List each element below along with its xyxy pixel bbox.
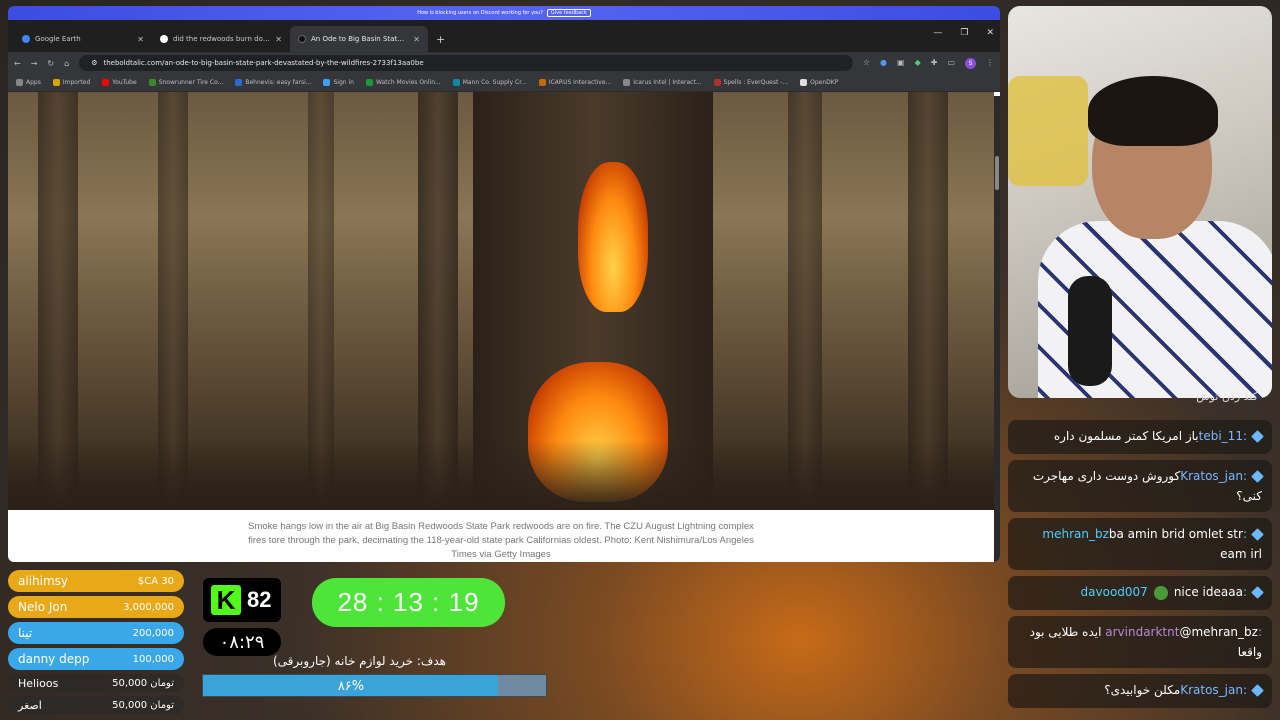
chat-panel: کند ردن توش :tebi_11باز امریکا کمتر مسلم… — [1008, 392, 1272, 720]
donor-row: danny depp 100,000 — [8, 648, 184, 670]
chat-message: :Kratos_janمکلن خوابیدی؟ — [1008, 674, 1272, 708]
photo-caption: Smoke hangs low in the air at Big Basin … — [248, 521, 754, 560]
chat-message: :tebi_11باز امریکا کمتر مسلمون داره — [1008, 420, 1272, 454]
close-icon[interactable]: ✕ — [413, 35, 420, 44]
tab-article[interactable]: An Ode to Big Basin State Park ✕ — [290, 26, 428, 52]
goal-label: هدف: خرید لوازم خانه (جاروبرقی) — [272, 654, 447, 668]
bookmark-mannco[interactable]: Mann Co. Supply Cr... — [452, 79, 527, 86]
tab-title: An Ode to Big Basin State Park — [311, 35, 409, 43]
donor-row: Helioos 50,000 تومان — [8, 674, 184, 692]
diamond-badge-icon — [1251, 684, 1264, 697]
scrollbar-thumb[interactable] — [995, 156, 999, 190]
maximize-icon[interactable]: ❐ — [960, 28, 968, 38]
bookmark-apps[interactable]: Apps — [16, 79, 41, 86]
diamond-badge-icon — [1251, 528, 1264, 541]
bookmark-snowrunner[interactable]: Snowrunner Tire Co... — [148, 79, 223, 86]
browser-window: How is blocking users on Discord working… — [8, 6, 1000, 562]
chat-message-cut: کند ردن توش — [1196, 392, 1258, 403]
chat-message: :Kratos_janکوروش دوست داری مهاجرت کنی؟ — [1008, 460, 1272, 512]
diamond-badge-icon — [1251, 586, 1264, 599]
diamond-badge-icon — [1251, 430, 1264, 443]
bookmark-everquest[interactable]: Spells : EverQuest -... — [713, 79, 788, 86]
bookmark-star-icon[interactable]: ☆ — [863, 58, 870, 69]
home-icon[interactable]: ⌂ — [64, 59, 69, 68]
url-text: theboldtalic.com/an-ode-to-big-basin-sta… — [103, 59, 424, 67]
menu-icon[interactable]: ⋮ — [986, 58, 994, 69]
clock: ۰۸:۲۹ — [203, 628, 281, 656]
goal-percent: ۸۶% — [337, 679, 365, 694]
discord-feedback-banner: How is blocking users on Discord working… — [8, 6, 1000, 20]
viewer-count: 82 — [247, 587, 272, 612]
diamond-badge-icon — [1251, 470, 1264, 483]
donor-row: اصغر 50,000 تومان — [8, 696, 184, 714]
bookmark-sign-in[interactable]: Sign in — [323, 79, 354, 86]
tab-google-earth[interactable]: Google Earth ✕ — [14, 26, 152, 52]
forward-icon[interactable]: → — [31, 59, 38, 68]
chat-message: :davood007nice ideaaa — [1008, 576, 1272, 610]
bookmarks-bar: Apps Imported YouTube Snowrunner Tire Co… — [8, 74, 1000, 92]
donation-goal: هدف: خرید لوازم خانه (جاروبرقی) ۸۶% — [202, 654, 547, 697]
extension-icon[interactable]: ● — [880, 58, 887, 69]
bookmark-icarus[interactable]: ICARUS Interactive... — [538, 79, 611, 86]
back-icon[interactable]: ← — [14, 59, 21, 68]
webcam-feed — [1008, 6, 1272, 398]
bookmark-behnevis[interactable]: Behnevis: easy farsi... — [235, 79, 311, 86]
puzzle-icon[interactable]: ✚ — [931, 58, 938, 69]
tab-search[interactable]: did the redwoods burn down - ✕ — [152, 26, 290, 52]
new-tab-button[interactable]: + — [428, 33, 453, 52]
close-window-icon[interactable]: ✕ — [986, 28, 994, 38]
chat-message: :arvindarktnt@mehran_bz ایده طلایی بود و… — [1008, 616, 1272, 668]
kick-logo-icon: K — [211, 585, 241, 615]
bookmark-imported[interactable]: Imported — [52, 79, 90, 86]
goal-progress-bar: ۸۶% — [202, 674, 547, 697]
google-earth-icon — [22, 35, 30, 43]
close-icon[interactable]: ✕ — [275, 35, 282, 44]
google-icon — [160, 35, 168, 43]
scrollbar[interactable] — [994, 96, 1000, 562]
bookmark-opendkp[interactable]: OpenDKP — [800, 79, 838, 86]
extensions: ☆ ● ▣ ◆ ✚ ▭ S ⋮ — [863, 57, 994, 69]
bookmark-icarus-intel[interactable]: Icarus Intel | Interact... — [623, 79, 702, 86]
forest-fire-photo — [8, 92, 994, 510]
donor-row: تینا 200,000 — [8, 622, 184, 644]
bookmark-youtube[interactable]: YouTube — [102, 79, 137, 86]
toolbar: ← → ↻ ⌂ ⚙ theboldtalic.com/an-ode-to-big… — [8, 52, 1000, 74]
microphone — [1068, 276, 1112, 386]
banner-text: How is blocking users on Discord working… — [417, 10, 543, 16]
donor-row: Nelo Jon 3,000,000 — [8, 596, 184, 618]
bookmark-movies[interactable]: Watch Movies Onlin... — [365, 79, 441, 86]
address-bar[interactable]: ⚙ theboldtalic.com/an-ode-to-big-basin-s… — [79, 55, 853, 71]
site-icon — [298, 35, 306, 43]
profile-avatar[interactable]: S — [965, 57, 976, 69]
extension-icon[interactable]: ▣ — [897, 58, 905, 69]
close-icon[interactable]: ✕ — [137, 35, 144, 44]
kick-viewer-count: K 82 — [203, 578, 281, 622]
fire-upper — [578, 162, 648, 312]
extension-icon[interactable]: ◆ — [915, 58, 921, 69]
chat-message: :mehran_bzba amin brid omlet str eam irl — [1008, 518, 1272, 570]
site-info-icon[interactable]: ⚙ — [91, 59, 97, 67]
tab-title: Google Earth — [35, 35, 81, 43]
tab-bar: Google Earth ✕ did the redwoods burn dow… — [8, 20, 1000, 52]
article-page: Smoke hangs low in the air at Big Basin … — [8, 92, 1000, 562]
window-controls: — ❐ ✕ — [933, 28, 994, 38]
subathon-timer: 28 : 13 : 19 — [312, 578, 505, 627]
donor-row: alihimsy $CA 30 — [8, 570, 184, 592]
donation-leaderboard: alihimsy $CA 30 Nelo Jon 3,000,000 تینا 200… — [8, 570, 184, 718]
minimize-icon[interactable]: — — [933, 28, 942, 38]
tab-title: did the redwoods burn down - — [173, 35, 271, 43]
give-feedback-button[interactable]: Give feedback — [546, 9, 591, 17]
pepe-emote-icon — [1153, 585, 1168, 600]
sidepanel-icon[interactable]: ▭ — [947, 58, 955, 69]
reload-icon[interactable]: ↻ — [47, 59, 54, 68]
